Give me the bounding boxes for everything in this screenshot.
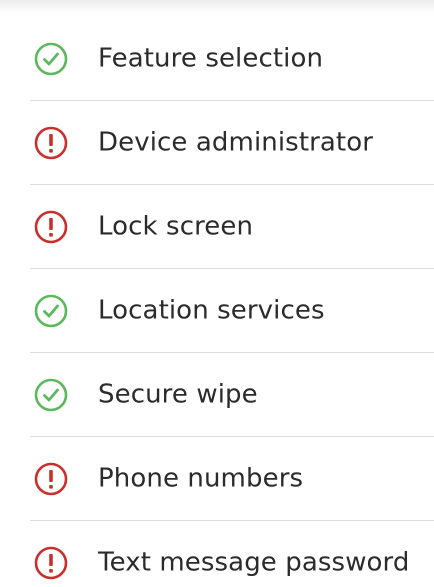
checklist-item-label: Feature selection bbox=[98, 43, 324, 74]
checklist-item-label: Device administrator bbox=[98, 127, 374, 158]
checklist-item-secure-wipe[interactable]: Secure wipe bbox=[0, 353, 434, 437]
checklist-item-label: Lock screen bbox=[98, 211, 254, 242]
exclamation-circle-icon bbox=[34, 546, 68, 580]
checklist-item-phone-numbers[interactable]: Phone numbers bbox=[0, 437, 434, 521]
checklist-item-feature-selection[interactable]: Feature selection bbox=[0, 17, 434, 101]
setup-checklist: Feature selection Device administrator L… bbox=[0, 17, 434, 587]
exclamation-circle-icon bbox=[34, 126, 68, 160]
top-shadow bbox=[0, 0, 434, 14]
check-circle-icon bbox=[34, 378, 68, 412]
checklist-item-label: Location services bbox=[98, 295, 325, 326]
check-circle-icon bbox=[34, 294, 68, 328]
setup-checklist-screen: Feature selection Device administrator L… bbox=[0, 0, 434, 587]
exclamation-circle-icon bbox=[34, 210, 68, 244]
exclamation-circle-icon bbox=[34, 462, 68, 496]
checklist-item-label: Secure wipe bbox=[98, 379, 258, 410]
checklist-item-location-services[interactable]: Location services bbox=[0, 269, 434, 353]
checklist-item-device-administrator[interactable]: Device administrator bbox=[0, 101, 434, 185]
checklist-item-label: Phone numbers bbox=[98, 463, 304, 494]
checklist-item-lock-screen[interactable]: Lock screen bbox=[0, 185, 434, 269]
checklist-item-label: Text message password bbox=[98, 547, 410, 578]
checklist-item-text-message-password[interactable]: Text message password bbox=[0, 521, 434, 587]
check-circle-icon bbox=[34, 42, 68, 76]
